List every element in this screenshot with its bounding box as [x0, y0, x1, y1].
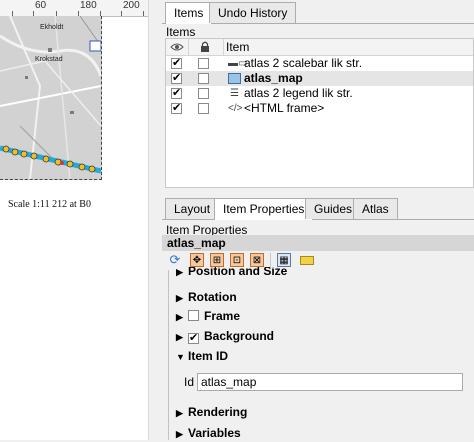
items-table[interactable]: Item ✔ ▬▭ atlas 2 scalebar lik str. ✔ at… [165, 38, 474, 188]
horizontal-ruler: 60 180 200 [0, 0, 148, 17]
view-extent-icon[interactable]: ⊡ [230, 253, 244, 267]
frame-checkbox[interactable] [188, 310, 199, 321]
map-place-label: Ekholdt [40, 24, 64, 31]
section-frame[interactable]: ▶ Frame [176, 308, 240, 324]
id-field-label: Id [184, 375, 195, 389]
item-label: <HTML frame> [244, 101, 325, 115]
section-background[interactable]: ▶ ✔ Background [176, 328, 274, 344]
map-place-label: Krokstad [35, 56, 63, 63]
tab-atlas[interactable]: Atlas [353, 198, 398, 219]
visibility-checkbox[interactable]: ✔ [171, 88, 182, 99]
section-rendering[interactable]: ▶ Rendering [176, 404, 247, 420]
scalebar-icon: ▬▭ [228, 58, 248, 69]
item-row-legend[interactable]: ✔ ☰ atlas 2 legend lik str. [166, 86, 473, 101]
expand-arrow-icon: ▶ [176, 332, 183, 342]
visible-column-header[interactable] [166, 39, 189, 55]
item-row-scalebar[interactable]: ✔ ▬▭ atlas 2 scalebar lik str. [166, 56, 473, 71]
legend-icon: ☰ [230, 88, 239, 99]
item-label: atlas 2 scalebar lik str. [244, 56, 363, 70]
expand-arrow-icon: ▶ [176, 408, 183, 418]
item-label: atlas_map [244, 71, 303, 85]
lock-checkbox[interactable] [198, 103, 209, 114]
visibility-checkbox[interactable]: ✔ [171, 73, 182, 84]
items-table-header: Item [166, 39, 473, 56]
section-rotation[interactable]: ▶ Rotation [176, 289, 237, 305]
atlas-grid-icon[interactable]: ▦ [277, 253, 291, 267]
tab-layout[interactable]: Layout [165, 198, 220, 219]
locked-column-header[interactable] [188, 39, 224, 55]
scale-text: Scale 1:11 212 at B0 [8, 199, 91, 210]
set-extent-icon[interactable]: ⊞ [210, 253, 224, 267]
section-variables[interactable]: ▶ Variables [176, 425, 241, 441]
refresh-icon[interactable]: ⟳ [168, 253, 182, 267]
ruler-tick-label: 200 [123, 0, 140, 11]
lock-checkbox[interactable] [198, 88, 209, 99]
item-row-html-frame[interactable]: ✔ </> <HTML frame> [166, 101, 473, 116]
panel-splitter[interactable] [148, 0, 163, 440]
ruler-tick-label: 60 [35, 0, 47, 11]
visibility-checkbox[interactable]: ✔ [171, 58, 182, 69]
atlas-map-item[interactable]: Ekholdt Krokstad [0, 16, 102, 180]
ruler-tick-label: 180 [80, 0, 97, 11]
tab-undo-history[interactable]: Undo History [209, 2, 297, 23]
expand-arrow-icon: ▶ [176, 267, 183, 277]
item-label: atlas 2 legend lik str. [244, 86, 353, 100]
expand-arrow-icon: ▶ [176, 312, 183, 322]
selected-item-title: atlas_map [162, 235, 474, 251]
lock-checkbox[interactable] [198, 73, 209, 84]
lock-checkbox[interactable] [198, 58, 209, 69]
visibility-checkbox[interactable]: ✔ [171, 103, 182, 114]
tab-items[interactable]: Items [165, 2, 213, 24]
layout-canvas[interactable]: 60 180 200 Ekholdt Krokstad Scale 1:11 2… [0, 0, 148, 440]
background-checkbox[interactable]: ✔ [188, 333, 199, 344]
zoom-extent-icon[interactable]: ⊠ [250, 253, 264, 267]
item-row-atlas-map[interactable]: ✔ atlas_map [166, 71, 473, 86]
items-tab-bar: Items Undo History [162, 2, 474, 24]
id-field[interactable]: atlas_map [197, 373, 463, 391]
section-position-size[interactable]: ▶ Position and Size [176, 267, 287, 279]
properties-tab-bar: Layout Item Properties Guides Atlas [162, 198, 474, 220]
lock-icon [201, 41, 209, 52]
label-icon[interactable] [300, 256, 314, 265]
items-panel-label: Items [166, 25, 196, 39]
tab-item-properties[interactable]: Item Properties [214, 198, 314, 220]
map-icon [228, 72, 241, 85]
collapse-arrow-icon: ▼ [176, 352, 185, 362]
move-content-icon[interactable]: ✥ [190, 253, 204, 267]
expand-arrow-icon: ▶ [176, 293, 183, 303]
section-item-id[interactable]: ▼ Item ID [176, 348, 228, 364]
scroll-area-border [168, 270, 169, 440]
map-rendering [0, 16, 101, 179]
eye-icon [170, 43, 184, 51]
item-column-header[interactable]: Item [223, 39, 474, 55]
html-frame-icon: </> [228, 103, 243, 114]
